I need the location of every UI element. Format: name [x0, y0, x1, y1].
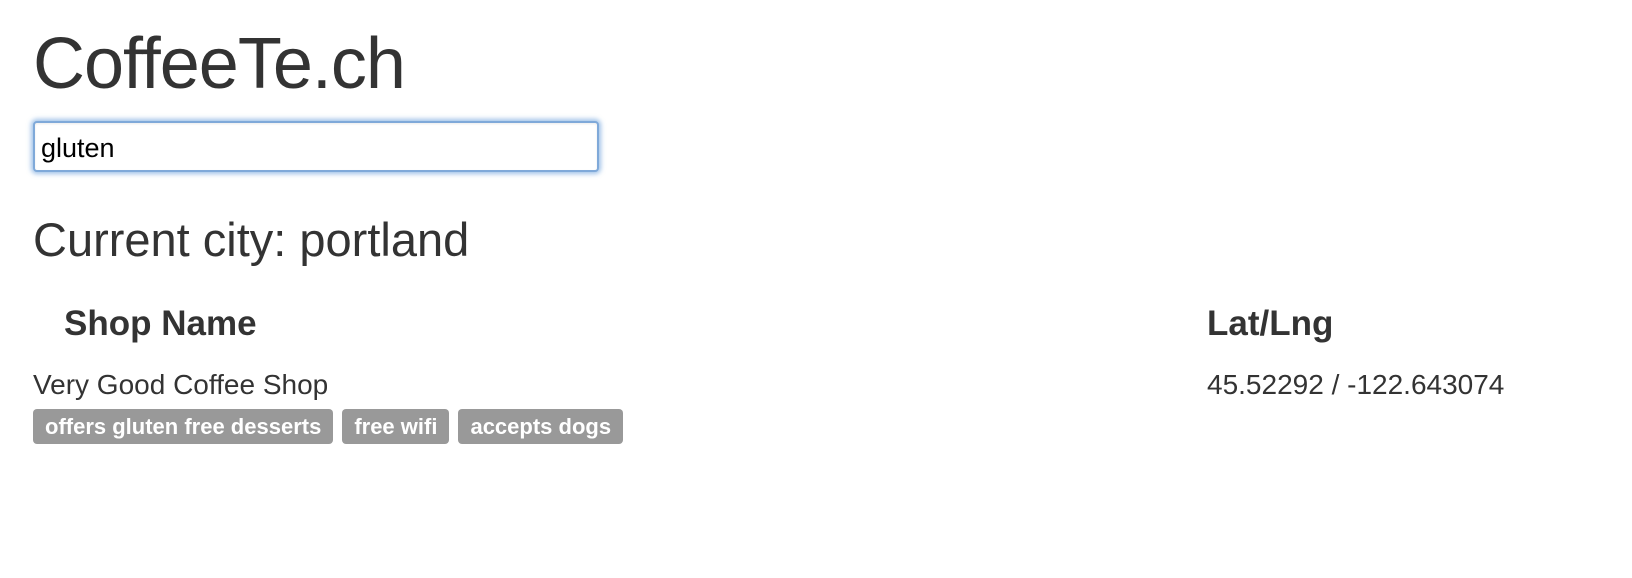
tag-badge: free wifi — [342, 409, 450, 444]
search-field[interactable] — [33, 121, 599, 172]
tag-badge: accepts dogs — [458, 409, 624, 444]
lat-lng-column-header: Lat/Lng — [1207, 304, 1334, 343]
lat-lng-cell: 45.52292 / -122.643074 — [1207, 369, 1505, 400]
shop-name-cell: Very Good Coffee Shop — [33, 369, 329, 400]
shop-name-column-header: Shop Name — [64, 304, 257, 343]
shop-tags: offers gluten free desserts free wifi ac… — [33, 409, 624, 444]
page: CoffeeTe.ch Current city: portland Shop … — [0, 0, 1632, 578]
tag-badge: offers gluten free desserts — [33, 409, 334, 444]
search-input[interactable] — [35, 123, 597, 170]
app-title: CoffeeTe.ch — [33, 24, 406, 104]
current-city-heading: Current city: portland — [33, 213, 470, 266]
